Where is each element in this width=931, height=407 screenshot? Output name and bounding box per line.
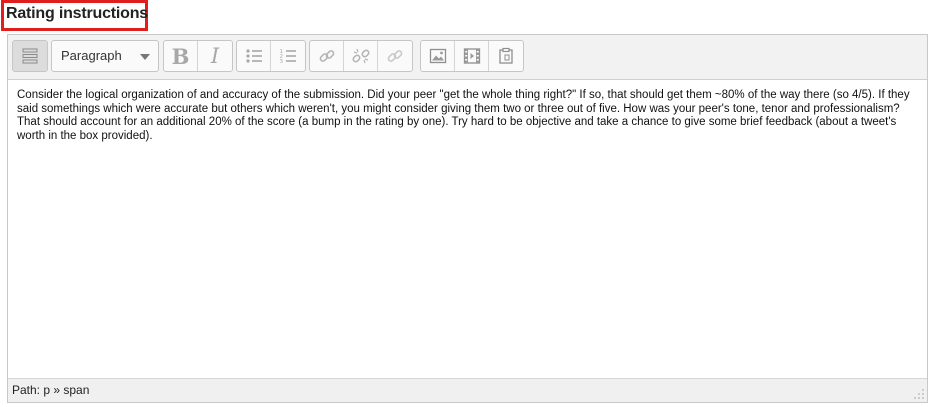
- unordered-list-button[interactable]: [237, 41, 271, 71]
- resize-handle-icon[interactable]: [913, 388, 925, 400]
- paste-button[interactable]: [489, 41, 523, 71]
- link-icon: [318, 47, 336, 65]
- media-icon: [463, 47, 481, 65]
- link-button[interactable]: [310, 41, 344, 71]
- chevron-down-icon: [140, 54, 150, 60]
- svg-text:3: 3: [280, 59, 284, 65]
- editor-toolbar: Paragraph B I 1 2 3: [8, 35, 927, 80]
- anchor-button[interactable]: [378, 41, 412, 71]
- toolbar-group-media: [420, 40, 524, 72]
- bold-button[interactable]: B: [164, 41, 198, 71]
- rich-text-editor: Paragraph B I 1 2 3 Consider the logical…: [7, 34, 928, 403]
- section-title: Rating instructions: [6, 5, 148, 22]
- italic-button[interactable]: I: [198, 41, 232, 71]
- toolbar-group-links: [309, 40, 413, 72]
- anchor-link-icon: [386, 47, 404, 65]
- italic-icon: I: [210, 44, 220, 68]
- toolbar-group-toggle: [12, 40, 48, 72]
- toolbar-toggle-button[interactable]: [13, 41, 47, 71]
- toolbar-group-lists: 1 2 3: [236, 40, 306, 72]
- format-select-value: Paragraph: [61, 48, 122, 63]
- format-select[interactable]: Paragraph: [51, 40, 159, 72]
- media-button[interactable]: [455, 41, 489, 71]
- editor-statusbar: Path: p » span: [8, 379, 927, 402]
- bullet-list-icon: [245, 47, 263, 65]
- toolbar-toggle-icon: [21, 47, 39, 65]
- editor-content-area[interactable]: Consider the logical organization of and…: [8, 80, 927, 379]
- ordered-list-button[interactable]: 1 2 3: [271, 41, 305, 71]
- bold-icon: B: [171, 43, 190, 69]
- numbered-list-icon: 1 2 3: [279, 47, 297, 65]
- element-path: Path: p » span: [12, 383, 90, 397]
- toolbar-group-style: B I: [163, 40, 233, 72]
- unlink-icon: [351, 47, 370, 65]
- image-button[interactable]: [421, 41, 455, 71]
- unlink-button[interactable]: [344, 41, 378, 71]
- paste-icon: [497, 47, 515, 65]
- image-icon: [429, 47, 447, 65]
- editor-paragraph[interactable]: Consider the logical organization of and…: [8, 80, 927, 143]
